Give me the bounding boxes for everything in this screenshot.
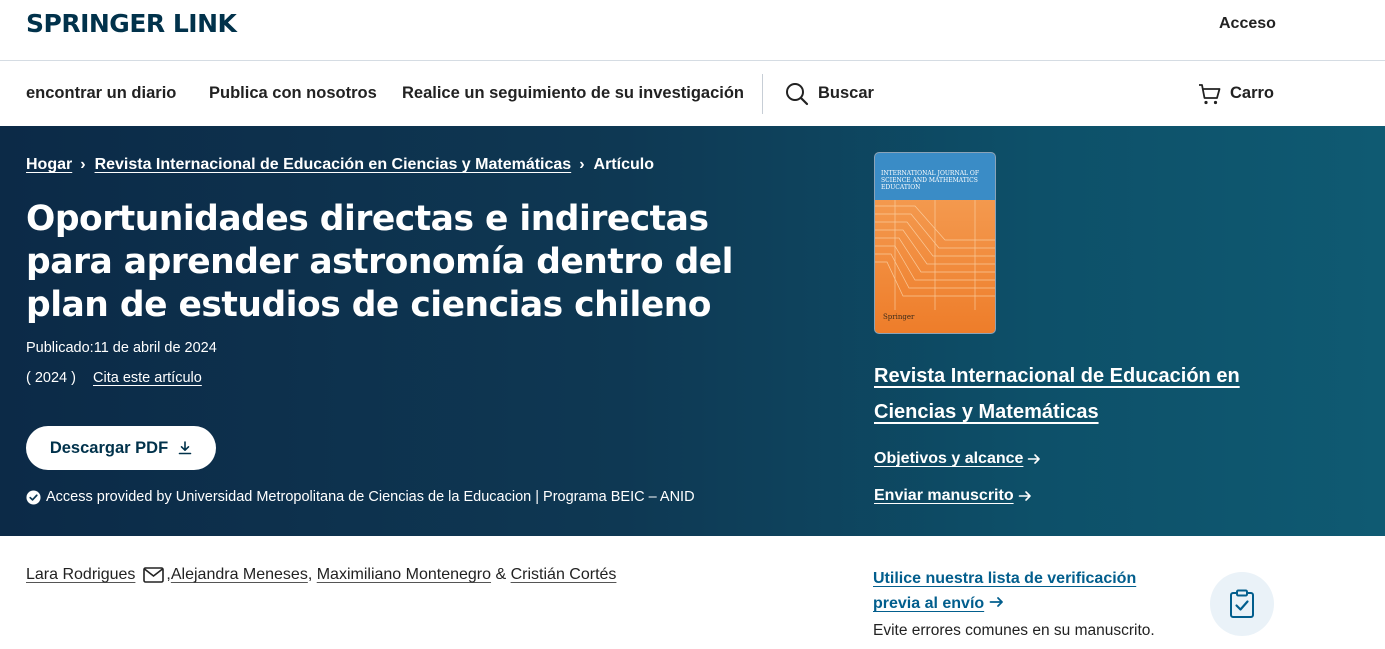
breadcrumb-home[interactable]: Hogar — [26, 156, 72, 173]
breadcrumb-journal[interactable]: Revista Internacional de Educación en Ci… — [95, 156, 572, 173]
check-circle-icon — [26, 489, 41, 505]
author-ampersand: & — [495, 566, 507, 583]
download-icon — [178, 441, 192, 455]
nav-find-journal[interactable]: encontrar un diario — [26, 84, 176, 103]
chevron-right-icon: › — [579, 156, 585, 173]
aims-scope-label: Objetivos y alcance — [874, 450, 1024, 467]
search-icon[interactable] — [785, 82, 809, 111]
author-list: Lara Rodrigues , Alejandra Meneses, Maxim… — [26, 566, 616, 584]
cart-icon[interactable] — [1198, 82, 1222, 111]
nav-track-research[interactable]: Realice un seguimiento de su investigaci… — [402, 84, 744, 103]
article-hero: Hogar › Revista Internacional de Educación… — [0, 126, 1385, 536]
author-link[interactable]: Lara Rodrigues — [26, 566, 135, 584]
chevron-right-icon: › — [80, 156, 86, 173]
article-title: Oportunidades directas e indirectas para… — [26, 199, 734, 325]
author-link[interactable]: Maximiliano Montenegro — [317, 566, 491, 584]
journal-title-link[interactable]: Revista Internacional de Educación en Ci… — [874, 358, 1294, 430]
checklist-link[interactable]: Utilice nuestra lista de verificación pr… — [873, 566, 1173, 616]
arrow-right-icon — [1018, 491, 1031, 501]
checklist-subtitle: Evite errores comunes en su manuscrito. — [873, 622, 1155, 639]
search-button[interactable]: Buscar — [818, 84, 874, 103]
journal-title-text: Revista Internacional de Educación en Ci… — [874, 365, 1240, 423]
publication-year: ( 2024 ) — [26, 370, 76, 386]
login-link[interactable]: Acceso — [1219, 15, 1276, 33]
arrow-right-icon — [989, 597, 1003, 607]
access-info: Access provided by Universidad Metropoli… — [26, 489, 695, 505]
author-link[interactable]: Alejandra Meneses — [171, 566, 308, 584]
author-separator: , — [307, 566, 317, 583]
download-pdf-button[interactable]: Descargar PDF — [26, 426, 216, 470]
aims-scope-link[interactable]: Objetivos y alcance — [874, 450, 1041, 468]
arrow-right-icon — [1028, 454, 1041, 464]
clipboard-check-icon — [1210, 572, 1274, 636]
top-header: SPRINGER LINK Acceso — [0, 0, 1385, 61]
cite-article-link[interactable]: Cita este artículo — [93, 370, 202, 386]
nav-publish[interactable]: Publica con nosotros — [209, 84, 377, 103]
journal-cover-image[interactable]: INTERNATIONAL JOURNAL OF SCIENCE AND MAT… — [874, 152, 996, 334]
cover-header-band: INTERNATIONAL JOURNAL OF SCIENCE AND MAT… — [875, 153, 995, 200]
breadcrumb-current: Artículo — [593, 156, 654, 173]
author-link[interactable]: Cristián Cortés — [511, 566, 617, 584]
cover-publisher-text: Springer — [883, 313, 915, 321]
springer-link-logo[interactable]: SPRINGER LINK — [26, 9, 237, 38]
access-text: Access provided by Universidad Metropoli… — [46, 489, 695, 505]
submit-manuscript-link[interactable]: Enviar manuscrito — [874, 487, 1032, 505]
email-icon[interactable] — [143, 567, 165, 583]
submit-manuscript-label: Enviar manuscrito — [874, 487, 1014, 504]
download-pdf-label: Descargar PDF — [49, 438, 169, 457]
nav-divider — [762, 74, 763, 114]
cart-button[interactable]: Carro — [1230, 84, 1274, 103]
published-date: Publicado:11 de abril de 2024 — [26, 340, 217, 356]
main-nav: encontrar un diario Publica con nosotros… — [0, 62, 1385, 126]
cover-title-text: INTERNATIONAL JOURNAL OF SCIENCE AND MAT… — [881, 170, 979, 191]
checklist-title: Utilice nuestra lista de verificación pr… — [873, 570, 1137, 612]
breadcrumb: Hogar › Revista Internacional de Educación… — [26, 156, 654, 174]
